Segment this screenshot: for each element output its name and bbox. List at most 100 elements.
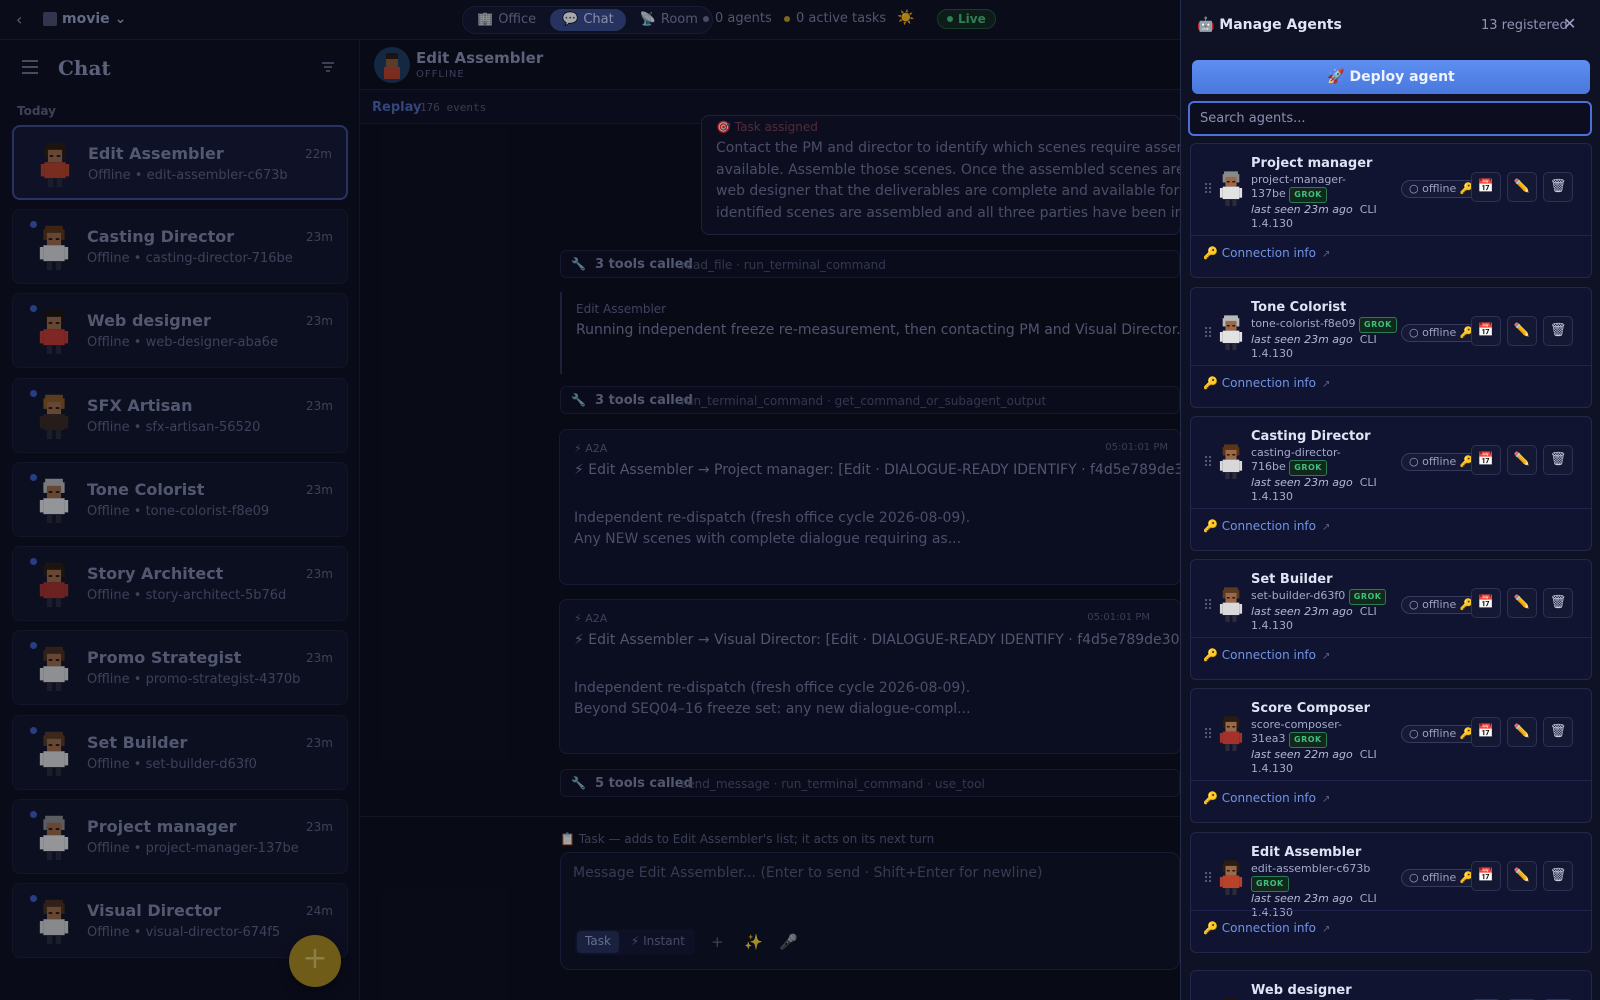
delete-button[interactable]: 🗑 [1543, 172, 1573, 202]
edit-button[interactable]: ✏️ [1507, 445, 1537, 475]
external-link-icon: ↗ [1322, 924, 1331, 935]
close-icon[interactable]: ✕ [1563, 14, 1576, 33]
status-label: ○ offline [1409, 455, 1457, 468]
card-divider [1191, 910, 1591, 911]
manage-agents-panel: 🤖 Manage Agents 13 registered ✕ 🚀 Deploy… [1180, 0, 1600, 1000]
delete-button[interactable]: 🗑 [1543, 861, 1573, 891]
last-seen: last seen 23m ago [1251, 476, 1353, 489]
delete-button[interactable]: 🗑 [1543, 588, 1573, 618]
agent-id: project-manager- [1251, 173, 1346, 186]
connection-info-label: Connection info [1221, 246, 1316, 260]
connection-info-link[interactable]: 🔑 Connection info ↗ [1203, 791, 1330, 805]
external-link-icon: ↗ [1322, 379, 1331, 390]
connection-info-label: Connection info [1221, 376, 1316, 390]
connection-info-link[interactable]: 🔑 Connection info ↗ [1203, 648, 1330, 662]
agent-cli: CLI [1359, 748, 1377, 761]
agent-card: ⠿ Set Builder set-builder-d63f0 GROK last… [1190, 559, 1592, 680]
card-divider [1191, 780, 1591, 781]
calendar-icon: 📅 [1477, 452, 1495, 467]
search-agents-input[interactable] [1188, 101, 1592, 136]
grok-badge: GROK [1348, 589, 1387, 605]
agent-version: 1.4.130 [1251, 619, 1293, 632]
grok-badge: GROK [1289, 460, 1327, 476]
delete-button[interactable]: 🗑 [1543, 445, 1573, 475]
status-label: ○ offline [1409, 727, 1457, 740]
agent-id: tone-colorist-f8e09 [1251, 317, 1356, 330]
edit-button[interactable]: ✏️ [1507, 588, 1537, 618]
delete-button[interactable]: 🗑 [1543, 316, 1573, 346]
drag-handle-icon[interactable]: ⠿ [1203, 455, 1213, 471]
last-seen: last seen 22m ago [1251, 748, 1353, 761]
agent-name: Tone Colorist [1251, 300, 1347, 315]
agent-version: 1.4.130 [1251, 762, 1293, 775]
status-label: ○ offline [1409, 326, 1457, 339]
edit-button[interactable]: ✏️ [1507, 861, 1537, 891]
avatar [1217, 314, 1245, 350]
delete-button[interactable]: 🗑 [1543, 717, 1573, 747]
schedule-button[interactable]: 📅 [1471, 717, 1501, 747]
edit-button[interactable]: ✏️ [1507, 172, 1537, 202]
key-icon: 🔑 [1203, 791, 1218, 805]
agent-cli: CLI [1359, 333, 1377, 346]
drag-handle-icon[interactable]: ⠿ [1203, 598, 1213, 614]
trash-icon: 🗑 [1549, 452, 1567, 467]
edit-button[interactable]: ✏️ [1507, 316, 1537, 346]
agent-details: casting-director- 716be GROK last seen 23m… [1251, 446, 1401, 504]
status-badge: ○ offline 🔑 [1401, 180, 1482, 198]
trash-icon: 🗑 [1549, 595, 1567, 610]
pencil-icon: ✏️ [1513, 179, 1531, 194]
drag-handle-icon[interactable]: ⠿ [1203, 182, 1213, 198]
key-icon: 🔑 [1203, 921, 1218, 935]
agent-card: ⠿ Tone Colorist tone-colorist-f8e09 GROK… [1190, 287, 1592, 408]
schedule-button[interactable]: 📅 [1471, 861, 1501, 891]
calendar-icon: 📅 [1477, 323, 1495, 338]
agent-id-suffix: 137be [1251, 187, 1286, 200]
connection-info-link[interactable]: 🔑 Connection info ↗ [1203, 246, 1330, 260]
agent-id: casting-director- [1251, 446, 1341, 459]
drag-handle-icon[interactable]: ⠿ [1203, 326, 1213, 342]
connection-info-link[interactable]: 🔑 Connection info ↗ [1203, 921, 1330, 935]
agent-card: ⠿ Project manager project-manager- 137be … [1190, 143, 1592, 278]
status-label: ○ offline [1409, 871, 1457, 884]
agent-name: Web designer [1251, 983, 1352, 998]
registered-count: 13 registered [1481, 18, 1568, 33]
pencil-icon: ✏️ [1513, 724, 1531, 739]
key-icon: 🔑 [1203, 519, 1218, 533]
modal-backdrop[interactable] [0, 0, 1180, 1000]
deploy-agent-button[interactable]: 🚀 Deploy agent [1192, 60, 1590, 94]
drag-handle-icon[interactable]: ⠿ [1203, 727, 1213, 743]
schedule-button[interactable]: 📅 [1471, 588, 1501, 618]
connection-info-link[interactable]: 🔑 Connection info ↗ [1203, 376, 1330, 390]
agent-id: set-builder-d63f0 [1251, 589, 1346, 602]
schedule-button[interactable]: 📅 [1471, 445, 1501, 475]
calendar-icon: 📅 [1477, 868, 1495, 883]
agent-details: set-builder-d63f0 GROK last seen 23m ago … [1251, 589, 1401, 633]
agent-cli: CLI [1359, 892, 1377, 905]
agent-name: Edit Assembler [1251, 845, 1362, 860]
status-badge: ○ offline 🔑 [1401, 596, 1482, 614]
grok-badge: GROK [1251, 876, 1289, 892]
key-icon: 🔑 [1203, 246, 1218, 260]
agent-name: Casting Director [1251, 429, 1371, 444]
schedule-button[interactable]: 📅 [1471, 316, 1501, 346]
connection-info-label: Connection info [1221, 648, 1316, 662]
grok-badge: GROK [1289, 732, 1327, 748]
agent-details: project-manager- 137be GROK last seen 23m … [1251, 173, 1401, 231]
agent-id-suffix: 716be [1251, 460, 1286, 473]
calendar-icon: 📅 [1477, 724, 1495, 739]
agent-cli: CLI [1359, 476, 1377, 489]
agent-details: score-composer- 31ea3 GROK last seen 22m a… [1251, 718, 1401, 776]
status-badge: ○ offline 🔑 [1401, 453, 1482, 471]
connection-info-link[interactable]: 🔑 Connection info ↗ [1203, 519, 1330, 533]
schedule-button[interactable]: 📅 [1471, 172, 1501, 202]
avatar [1217, 586, 1245, 622]
calendar-icon: 📅 [1477, 179, 1495, 194]
drag-handle-icon[interactable]: ⠿ [1203, 871, 1213, 887]
edit-button[interactable]: ✏️ [1507, 717, 1537, 747]
pencil-icon: ✏️ [1513, 595, 1531, 610]
agent-version: 1.4.130 [1251, 347, 1293, 360]
agent-id: score-composer- [1251, 718, 1343, 731]
connection-info-label: Connection info [1221, 921, 1316, 935]
agent-version: 1.4.130 [1251, 490, 1293, 503]
pencil-icon: ✏️ [1513, 323, 1531, 338]
